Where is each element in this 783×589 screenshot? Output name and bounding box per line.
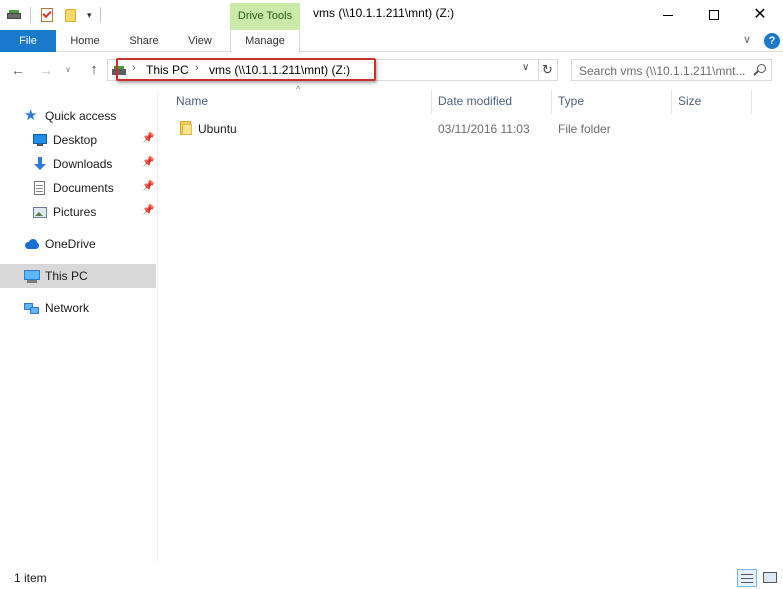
this-pc-icon [24,268,40,284]
breadcrumb-separator-icon[interactable]: › [132,62,136,74]
network-icon [24,300,40,316]
search-box[interactable]: Search vms (\\10.1.1.211\mnt... [571,59,772,81]
pin-icon[interactable]: 📌 [142,133,154,144]
maximize-button[interactable] [691,0,737,30]
pictures-icon [32,204,48,220]
network-drive-icon [112,64,126,76]
forward-button[interactable]: → [36,60,56,80]
customize-toolbar-dropdown-icon[interactable]: ▾ [87,7,92,23]
nav-item-label: OneDrive [45,237,96,251]
file-name: Ubuntu [198,122,237,136]
column-header-name[interactable]: Name [170,90,432,114]
file-type: File folder [558,122,611,136]
navigation-bar: ← → ∨ ↑ › This PC › vms (\\10.1.1.211\mn… [0,56,783,84]
back-button[interactable]: ← [8,60,28,80]
nav-item-desktop[interactable]: Desktop 📌 [0,128,156,152]
desktop-icon [32,132,48,148]
tab-file[interactable]: File [0,30,56,52]
refresh-button[interactable]: ↻ [538,59,558,81]
help-icon[interactable]: ? [764,33,780,49]
search-icon[interactable] [753,64,766,77]
nav-item-label: Desktop [53,133,98,147]
file-list-view: ^ Name Date modified Type Size Ubuntu 03… [162,84,783,564]
breadcrumb-current-drive[interactable]: vms (\\10.1.1.211\mnt) (Z:) [209,63,350,77]
documents-icon [32,180,48,196]
minimize-icon [663,14,673,16]
column-header-date-modified[interactable]: Date modified [432,90,552,114]
nav-item-onedrive[interactable]: OneDrive [0,232,156,256]
tab-share[interactable]: Share [122,30,166,52]
nav-item-quick-access[interactable]: ★ Quick access [0,104,156,128]
star-icon: ★ [24,107,38,124]
nav-item-label: This PC [45,269,88,283]
nav-item-network[interactable]: Network [0,296,156,320]
nav-item-pictures[interactable]: Pictures 📌 [0,200,156,224]
up-button[interactable]: ↑ [84,60,104,80]
ribbon-tabs: File Home Share View Manage ∨ ? [0,30,783,53]
breadcrumb-this-pc[interactable]: This PC [146,63,189,77]
nav-item-label: Documents [53,181,114,195]
toolbar-separator [99,7,101,23]
close-icon: ✕ [753,6,767,23]
folder-icon [180,121,194,135]
navigation-pane: ★ Quick access Desktop 📌 Downloads 📌 Doc… [0,92,158,562]
downloads-icon [32,156,48,172]
address-bar[interactable]: › This PC › vms (\\10.1.1.211\mnt) (Z:) … [107,59,539,81]
pin-icon[interactable]: 📌 [142,157,154,168]
file-date-modified: 03/11/2016 11:03 [438,122,530,136]
nav-item-downloads[interactable]: Downloads 📌 [0,152,156,176]
item-count: 1 item [14,571,47,585]
quick-access-toolbar: ▾ [6,4,101,26]
search-input[interactable]: Search vms (\\10.1.1.211\mnt... [579,64,746,78]
new-folder-icon[interactable] [63,7,79,23]
properties-icon[interactable] [39,7,55,23]
onedrive-icon [24,236,40,252]
tab-view[interactable]: View [180,30,220,52]
nav-item-this-pc[interactable]: This PC [0,264,156,288]
large-icons-view-icon[interactable] [760,569,780,587]
column-header-type[interactable]: Type [552,90,672,114]
expand-ribbon-icon[interactable]: ∨ [743,33,751,46]
address-dropdown-icon[interactable]: ∨ [522,62,529,73]
close-button[interactable]: ✕ [737,0,783,30]
tab-home[interactable]: Home [62,30,108,52]
drive-tools-context-label: Drive Tools [230,3,300,30]
nav-item-label: Downloads [53,157,113,171]
nav-item-label: Quick access [45,109,117,123]
window-title: vms (\\10.1.1.211\mnt) (Z:) [313,6,455,20]
nav-item-label: Pictures [53,205,97,219]
nav-item-documents[interactable]: Documents 📌 [0,176,156,200]
details-view-icon[interactable] [737,569,757,587]
drive-icon[interactable] [6,7,22,23]
nav-item-label: Network [45,301,90,315]
maximize-icon [709,10,719,20]
status-bar: 1 item [0,566,783,589]
minimize-button[interactable] [645,0,691,30]
title-bar: ▾ Drive Tools vms (\\10.1.1.211\mnt) (Z:… [0,0,783,30]
pin-icon[interactable]: 📌 [142,205,154,216]
tab-manage[interactable]: Manage [230,30,300,53]
toolbar-separator [30,7,31,23]
column-header-size[interactable]: Size [672,90,752,114]
recent-locations-icon[interactable]: ∨ [62,60,74,80]
breadcrumb-separator-icon[interactable]: › [195,62,199,74]
pin-icon[interactable]: 📌 [142,181,154,192]
file-row-ubuntu[interactable]: Ubuntu 03/11/2016 11:03 File folder [172,118,772,140]
